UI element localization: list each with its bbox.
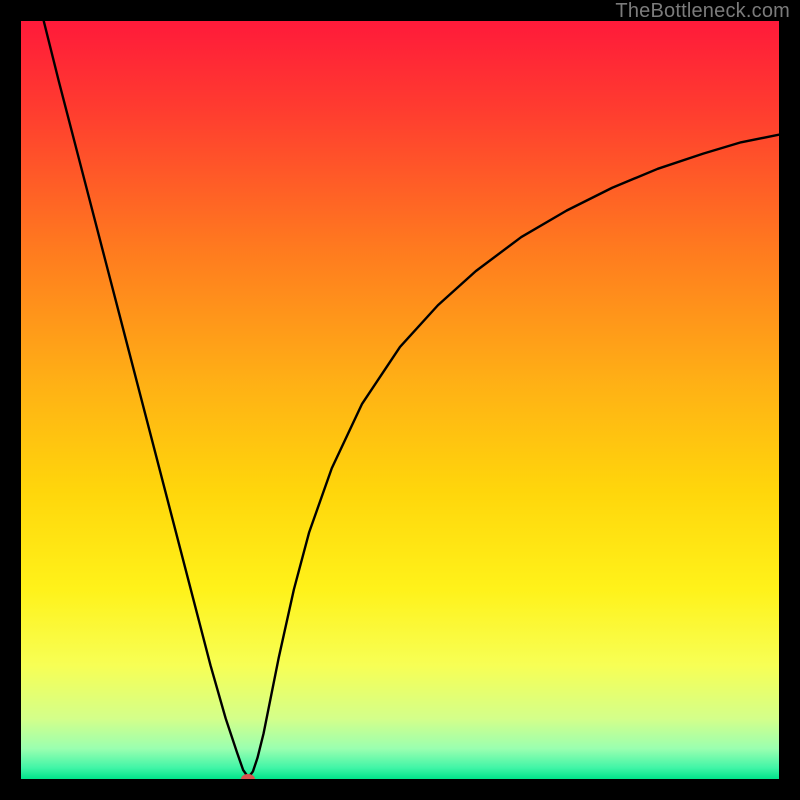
bottleneck-curve (21, 21, 779, 779)
plot-area (21, 21, 779, 779)
optimal-marker (241, 774, 255, 779)
chart-frame: TheBottleneck.com (0, 0, 800, 800)
watermark-text: TheBottleneck.com (615, 0, 790, 23)
